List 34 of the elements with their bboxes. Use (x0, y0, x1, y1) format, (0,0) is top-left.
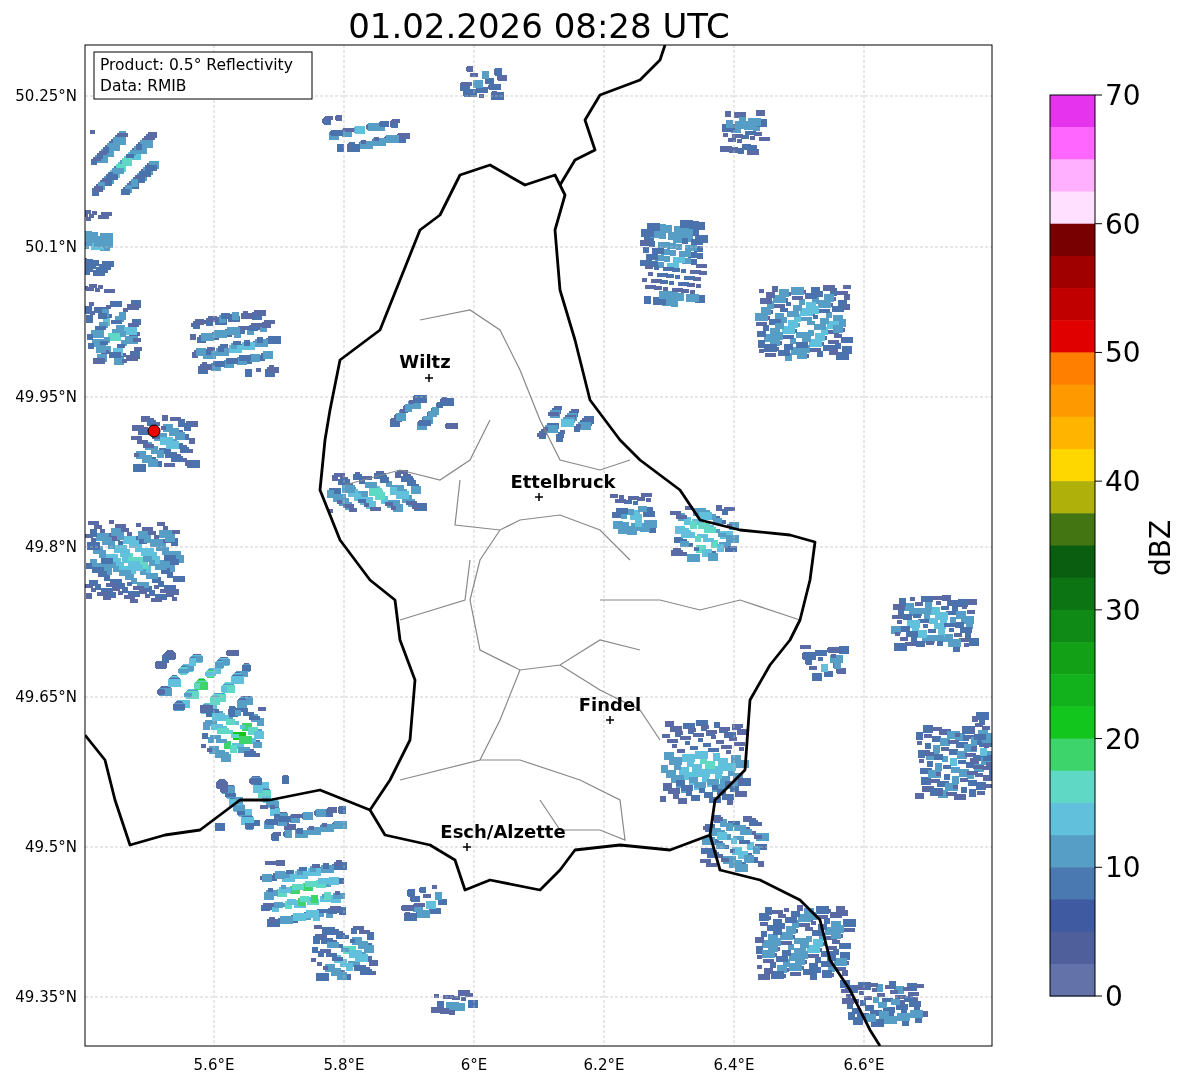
colorbar-tick-label: 40 (1105, 465, 1141, 499)
latitude-label: 49.35°N (15, 988, 77, 1006)
latitude-label: 50.25°N (15, 87, 77, 105)
city-label: Ettelbruck (510, 471, 616, 492)
longitude-label: 6°E (460, 1056, 488, 1074)
colorbar-tick-label: 50 (1105, 336, 1141, 370)
colorbar-tick-label: 70 (1105, 79, 1141, 112)
city-label: Wiltz (399, 351, 451, 372)
legend-text: Data: RMIB (100, 77, 187, 95)
radar-site-marker (147, 424, 161, 438)
colorbar-tick-label: 60 (1105, 207, 1141, 241)
chart-title: 01.02.2026 08:28 UTC (348, 6, 730, 46)
city-marker-icon (424, 373, 434, 383)
longitude-label: 6.2°E (583, 1056, 625, 1074)
latitude-label: 49.65°N (15, 688, 77, 706)
city-marker-icon (534, 492, 544, 502)
longitude-label: 6.4°E (713, 1056, 755, 1074)
city-label: Esch/Alzette (440, 821, 566, 842)
colorbar-label: dBZ (1144, 519, 1177, 577)
city-marker-icon (462, 842, 472, 852)
longitude-label: 5.6°E (193, 1056, 235, 1074)
colorbar-tick-label: 20 (1105, 722, 1141, 756)
longitude-label: 5.8°E (323, 1056, 365, 1074)
latitude-label: 49.95°N (15, 388, 77, 406)
colorbar-tick-label: 30 (1105, 593, 1141, 627)
latitude-label: 49.8°N (24, 538, 77, 556)
colorbar-tick-label: 10 (1105, 851, 1141, 885)
legend-text: Product: 0.5° Reflectivity (100, 56, 293, 74)
longitude-label: 6.6°E (843, 1056, 885, 1074)
colorbar-tick-label: 0 (1105, 980, 1123, 1013)
latitude-label: 50.1°N (24, 238, 77, 256)
latitude-label: 49.5°N (24, 838, 77, 856)
city-label: Findel (578, 694, 642, 715)
city-marker-icon (605, 715, 615, 725)
